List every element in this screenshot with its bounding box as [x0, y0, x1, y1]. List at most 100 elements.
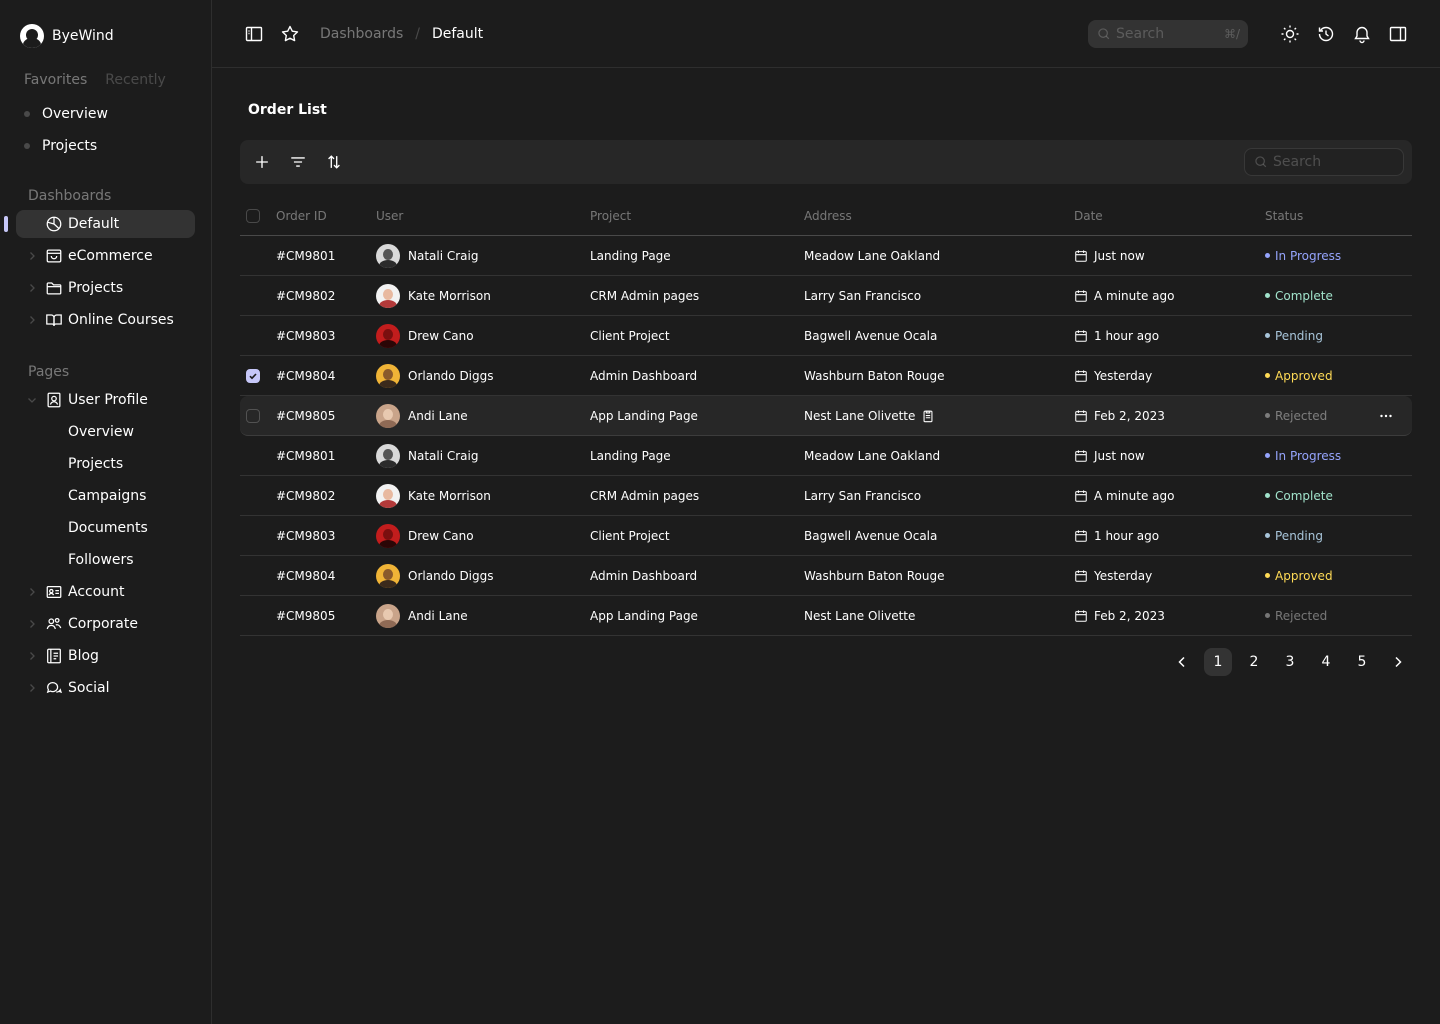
project-name: Client Project [590, 528, 670, 543]
table-row[interactable]: #CM9802 Kate Morrison CRM Admin pages Larry… [240, 276, 1412, 316]
chevron-down-icon[interactable] [24, 392, 40, 408]
filter-icon[interactable] [284, 148, 312, 176]
status-badge: Pending [1275, 528, 1323, 543]
sidebar-toggle-icon[interactable] [240, 20, 268, 48]
table-row[interactable]: #CM9805 Andi Lane App Landing Page Nest Lan… [240, 596, 1412, 636]
page-button-2[interactable]: 2 [1240, 648, 1268, 676]
row-checkbox[interactable] [246, 408, 260, 423]
sidebar-item-projects[interactable]: Projects [16, 274, 195, 302]
bullet-icon [24, 111, 30, 117]
sidebar-item-corporate[interactable]: Corporate [16, 610, 195, 638]
user-cell: Natali Craig [376, 443, 590, 468]
add-icon[interactable] [248, 148, 276, 176]
table-row[interactable]: #CM9802 Kate Morrison CRM Admin pages Larry… [240, 476, 1412, 516]
shopping-bag-icon [44, 246, 64, 266]
sidebar-item-social[interactable]: Social [16, 674, 195, 702]
chevron-right-icon[interactable] [24, 616, 40, 632]
right-panel-toggle-icon[interactable] [1384, 20, 1412, 48]
chevron-right-icon[interactable] [24, 312, 40, 328]
order-id: #CM9802 [276, 488, 336, 503]
favorite-item-projects[interactable]: Projects [16, 130, 195, 162]
table-row[interactable]: #CM9801 Natali Craig Landing Page Meadow La… [240, 236, 1412, 276]
sun-icon[interactable] [1276, 20, 1304, 48]
sidebar-item-default[interactable]: Default [4, 210, 195, 238]
user-cell: Orlando Diggs [376, 363, 590, 388]
tab-favorites[interactable]: Favorites [24, 72, 87, 88]
more-options-icon[interactable] [1378, 408, 1394, 424]
clipboard-icon[interactable] [921, 409, 935, 423]
table-row[interactable]: #CM9803 Drew Cano Client Project Bagwell Av… [240, 516, 1412, 556]
project-name: App Landing Page [590, 608, 698, 623]
calendar-icon [1074, 609, 1088, 623]
table-row[interactable]: #CM9805 Andi Lane App Landing Page Nest Lan… [240, 396, 1412, 436]
page-button-5[interactable]: 5 [1348, 648, 1376, 676]
history-icon[interactable] [1312, 20, 1340, 48]
column-header-address[interactable]: Address [804, 209, 1074, 223]
table-row[interactable]: #CM9801 Natali Craig Landing Page Meadow La… [240, 436, 1412, 476]
address-cell: Nest Lane Olivette [804, 409, 1074, 423]
address-cell: Bagwell Avenue Ocala [804, 329, 1074, 343]
order-id: #CM9803 [276, 528, 336, 543]
page-button-4[interactable]: 4 [1312, 648, 1340, 676]
chevron-right-icon[interactable] [24, 648, 40, 664]
column-header-order-id[interactable]: Order ID [276, 209, 376, 223]
chevron-right-icon[interactable] [24, 680, 40, 696]
global-search-input[interactable]: Search ⌘/ [1088, 19, 1248, 48]
section-title-dashboards: Dashboards [28, 188, 112, 204]
table-row[interactable]: #CM9804 Orlando Diggs Admin Dashboard Washb… [240, 556, 1412, 596]
column-header-status[interactable]: Status [1265, 209, 1412, 223]
prev-page-icon[interactable] [1168, 648, 1196, 676]
search-icon [1253, 154, 1269, 170]
breadcrumb-current[interactable]: Default [432, 26, 483, 42]
column-header-project[interactable]: Project [590, 209, 804, 223]
status-badge: Rejected [1275, 408, 1328, 423]
next-page-icon[interactable] [1384, 648, 1412, 676]
page-button-3[interactable]: 3 [1276, 648, 1304, 676]
breadcrumb-dashboards[interactable]: Dashboards [320, 26, 403, 42]
sidebar-item-account[interactable]: Account [16, 578, 195, 606]
sidebar-subitem-documents[interactable]: Documents [16, 514, 195, 542]
sidebar-item-label: Default [68, 216, 120, 232]
sidebar-subitem-followers[interactable]: Followers [16, 546, 195, 574]
column-header-user[interactable]: User [376, 209, 590, 223]
tab-recently[interactable]: Recently [105, 72, 166, 88]
sidebar-item-online-courses[interactable]: Online Courses [16, 306, 195, 334]
order-id: #CM9801 [276, 248, 336, 263]
sidebar-subitem-campaigns[interactable]: Campaigns [16, 482, 195, 510]
status-badge: Approved [1275, 568, 1333, 583]
sidebar-item-blog[interactable]: Blog [16, 642, 195, 670]
chevron-right-icon[interactable] [24, 584, 40, 600]
order-id: #CM9802 [276, 288, 336, 303]
breadcrumb-separator: / [415, 25, 420, 42]
calendar-icon [1074, 449, 1088, 463]
brand[interactable]: ByeWind [16, 20, 195, 52]
order-id: #CM9804 [276, 368, 336, 383]
breadcrumb: Dashboards / Default [320, 26, 483, 42]
select-all-checkbox[interactable] [246, 208, 260, 223]
page-button-1[interactable]: 1 [1204, 648, 1232, 676]
sidebar-subitem-overview[interactable]: Overview [16, 418, 195, 446]
brand-name: ByeWind [52, 28, 114, 44]
sidebar-item-user-profile[interactable]: User Profile [16, 386, 195, 414]
date-text: Just now [1094, 248, 1145, 263]
favorite-item-overview[interactable]: Overview [16, 98, 195, 130]
table-row[interactable]: #CM9803 Drew Cano Client Project Bagwell Av… [240, 316, 1412, 356]
bell-icon[interactable] [1348, 20, 1376, 48]
user-cell: Orlando Diggs [376, 563, 590, 588]
chevron-right-icon[interactable] [24, 248, 40, 264]
sort-icon[interactable] [320, 148, 348, 176]
table-search-input[interactable]: Search [1244, 148, 1404, 176]
chevron-right-icon[interactable] [24, 280, 40, 296]
row-checkbox[interactable] [246, 368, 260, 383]
star-icon[interactable] [276, 20, 304, 48]
date-text: 1 hour ago [1094, 528, 1160, 543]
address-cell: Bagwell Avenue Ocala [804, 529, 1074, 543]
table-row[interactable]: #CM9804 Orlando Diggs Admin Dashboard Washb… [240, 356, 1412, 396]
avatar [376, 603, 400, 628]
user-name: Orlando Diggs [408, 368, 494, 383]
sidebar-subitem-projects[interactable]: Projects [16, 450, 195, 478]
notebook-icon [44, 646, 64, 666]
brand-logo-icon [20, 24, 44, 48]
sidebar-item-ecommerce[interactable]: eCommerce [16, 242, 195, 270]
column-header-date[interactable]: Date [1074, 209, 1265, 223]
